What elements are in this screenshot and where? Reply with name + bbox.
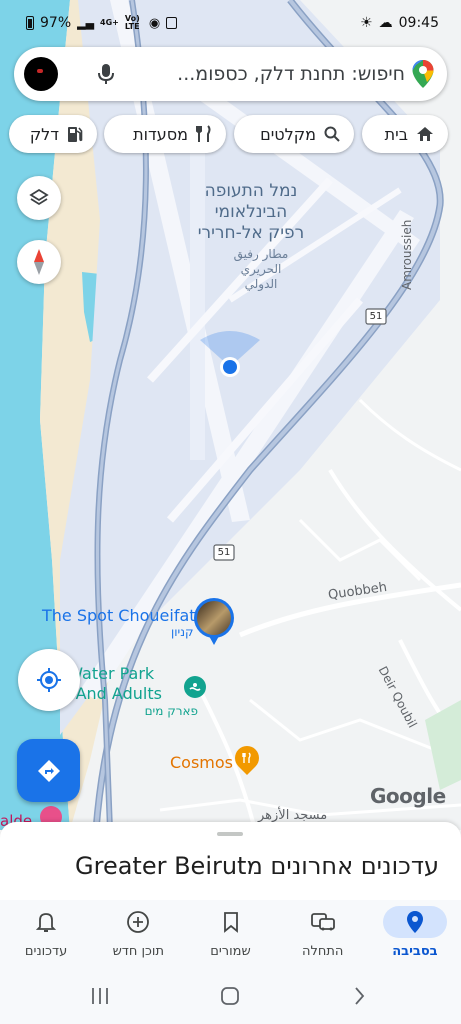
airport-label-line3: רפיק אל-חרירי [197,223,305,243]
clock-time: 09:45 [398,15,439,31]
airport-ar-line1: مطار رفيق [233,247,289,261]
nav-explore[interactable]: בסביבה [369,900,461,970]
chip-home[interactable]: בית [362,115,448,153]
route-51-label-lower: 51 [217,547,231,558]
system-navigation-bar [0,970,461,1024]
place-name: The Spot Choueifat [42,606,196,625]
bottom-navigation: עדכונים תוכן חדש שמורים התחלה בסביבה [0,900,461,970]
waterpark-category: פארק מים [144,704,198,718]
chip-shelters[interactable]: מקלטים [234,115,354,153]
google-logo: Google [370,784,446,808]
airport-label-line2: הבינלאומי [214,202,288,222]
layers-icon [29,188,49,206]
airport-label-line1: נמל התעופה [204,181,298,201]
nav-updates-label: עדכונים [24,944,68,959]
compass-icon [34,249,44,275]
place-category: קניון [171,625,194,639]
my-location-icon [37,668,61,692]
compass-button[interactable] [17,240,61,284]
bookmark-icon [223,912,238,933]
nav-new-content[interactable]: תוכן חדש [92,900,184,970]
map-label-amroussieh: Amroussieh [400,219,414,290]
commute-icon [310,913,335,931]
search-bar[interactable]: חיפוש: תחנת דלק, כספומ... [14,47,447,101]
directions-button[interactable] [17,739,80,802]
place-photo-pin[interactable] [194,598,234,638]
bottom-sheet[interactable]: עדכונים אחרונים מGreater Beirut [0,822,461,900]
back-icon[interactable] [352,986,366,1006]
directions-icon [37,759,60,782]
network-type: 4G+ [100,18,119,27]
battery-icon [26,16,34,30]
photo-notification-icon [166,17,178,29]
location-status-icon: ◉ [148,15,161,31]
nav-new-content-label: תוכן חדש [112,944,165,959]
category-chips: בית מקלטים מסעדות דלק [0,115,461,153]
map-label-airport-he[interactable]: נמל התעופה הבינלאומי רפיק אל-חרירי [196,181,306,244]
search-input[interactable]: חיפוש: תחנת דלק, כספומ... [126,63,411,85]
chip-restaurants[interactable]: מסעדות [104,115,226,153]
airport-ar-line2: الحريري [240,262,282,276]
status-bar: 97% ▂▄ 4G+ Vo) LTE ◉ ☀ ☁ 09:45 [0,0,461,46]
bell-icon [36,913,57,932]
account-avatar[interactable] [24,57,58,91]
my-location-button[interactable] [18,649,80,711]
location-pin-icon [406,911,423,933]
chip-restaurants-label: מסעדות [133,124,188,144]
microphone-icon [98,64,114,84]
battery-percent: 97% [40,15,72,31]
sheet-drag-handle[interactable] [217,832,243,836]
nav-go-label: התחלה [302,944,344,959]
place-cosmos[interactable]: Cosmos [170,753,233,772]
restaurant-icon [196,125,211,142]
home-system-icon[interactable] [220,986,240,1006]
nav-explore-label: בסביבה [392,944,438,959]
nav-saved[interactable]: שמורים [184,900,276,970]
add-circle-icon [127,911,150,933]
sun-icon: ☀ [360,15,373,31]
recent-apps-icon[interactable] [91,986,109,1006]
voice-search-button[interactable] [86,54,126,94]
water-park-pin-icon[interactable] [184,676,206,698]
route-51-label-upper: 51 [369,311,383,322]
home-icon [417,127,433,141]
chip-gas-label: דלק [29,124,59,144]
layers-button[interactable] [17,176,61,220]
chip-home-label: בית [384,124,408,144]
place-the-spot-choueifat[interactable]: The Spot Choueifat קניון [42,606,196,639]
sheet-title: עדכונים אחרונים מGreater Beirut [75,852,439,880]
nav-go[interactable]: התחלה [277,900,369,970]
nav-updates[interactable]: עדכונים [0,900,92,970]
search-icon [324,126,340,142]
place-photo [197,601,231,635]
map-label-airport-ar: مطار رفيق الحريري الدولي [226,247,296,292]
nav-saved-label: שמורים [210,944,251,959]
airport-ar-line3: الدولي [244,277,278,291]
chip-gas[interactable]: דלק [9,115,97,153]
gas-station-icon [68,127,83,142]
google-maps-logo-icon [412,60,434,88]
place-pin-tail [209,636,219,645]
signal-icon: ▂▄ [77,16,95,30]
cloud-icon: ☁ [378,15,393,31]
map-label-mosque: مسجد الأزهر [258,808,328,823]
volte-indicator: Vo) LTE [124,14,140,31]
chip-shelters-label: מקלטים [260,124,316,144]
